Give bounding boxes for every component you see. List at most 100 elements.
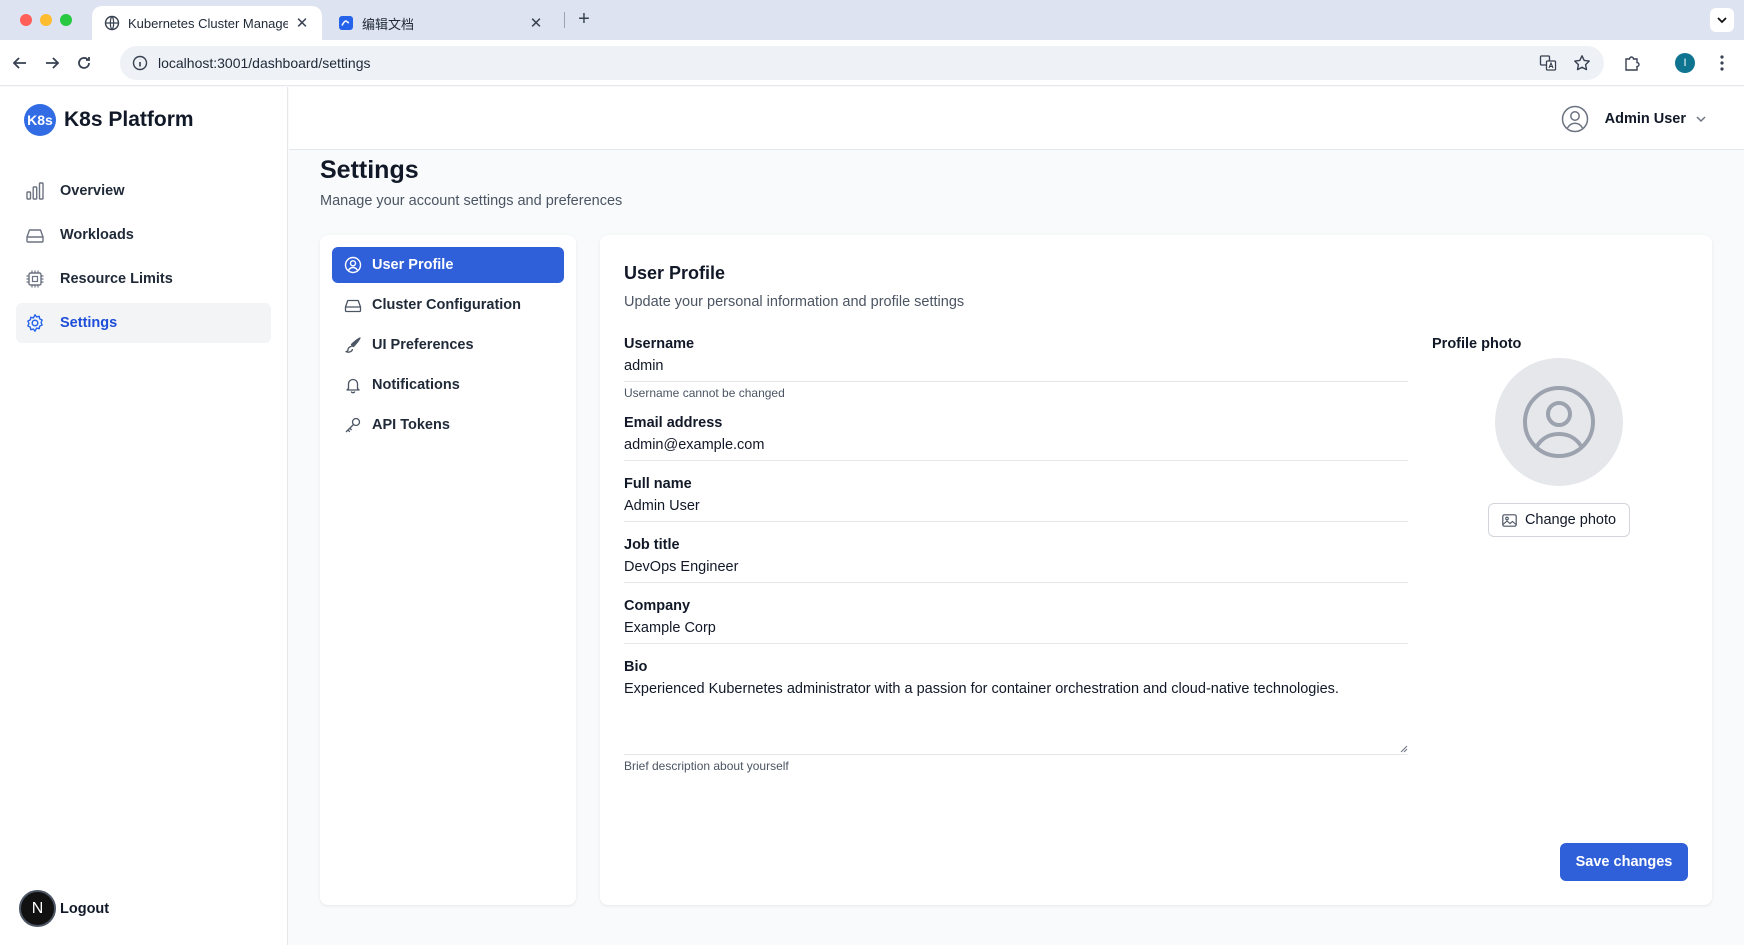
tab-title: 编辑文档 bbox=[362, 16, 415, 32]
kebab-menu-icon bbox=[1720, 55, 1724, 71]
address-bar[interactable]: localhost:3001/dashboard/settings bbox=[120, 46, 1604, 80]
settings-tab-label: User Profile bbox=[372, 257, 454, 273]
bio-help: Brief description about yourself bbox=[624, 759, 789, 773]
browser-tab-inactive[interactable]: 编辑文档 ✕ bbox=[326, 6, 556, 40]
key-icon bbox=[345, 417, 361, 433]
panel-title: User Profile bbox=[624, 263, 726, 283]
browser-profile-avatar[interactable]: I bbox=[1675, 53, 1695, 73]
browser-toolbar: localhost:3001/dashboard/settings bbox=[0, 40, 1744, 86]
full-name-label: Full name bbox=[624, 476, 692, 492]
bio-text: Experienced Kubernetes administrator wit… bbox=[624, 681, 1339, 697]
settings-tab-user-profile[interactable]: User Profile bbox=[332, 247, 564, 283]
panel-subtitle: Update your personal information and pro… bbox=[624, 294, 965, 310]
settings-tab-api-tokens[interactable]: API Tokens bbox=[332, 407, 564, 443]
settings-tab-ui-preferences[interactable]: UI Preferences bbox=[332, 327, 564, 363]
sidebar-item-overview[interactable]: Overview bbox=[16, 171, 271, 211]
user-name: Admin User bbox=[1604, 111, 1686, 127]
user-menu[interactable]: Admin User bbox=[1561, 105, 1708, 133]
reload-button[interactable] bbox=[72, 51, 96, 75]
user-initial-badge: N bbox=[19, 890, 56, 927]
email-label: Email address bbox=[624, 415, 723, 431]
forward-button[interactable] bbox=[40, 51, 64, 75]
bell-icon bbox=[346, 378, 360, 394]
reload-icon bbox=[78, 57, 90, 69]
job-title-field: Job title DevOps Engineer bbox=[624, 537, 1408, 583]
sidebar-item-label: Settings bbox=[60, 315, 118, 331]
logout-label: Logout bbox=[60, 900, 110, 917]
settings-tab-notifications[interactable]: Notifications bbox=[332, 367, 564, 403]
top-bar: Admin User bbox=[289, 87, 1744, 150]
full-name-field: Full name Admin User bbox=[624, 476, 1408, 522]
brand[interactable]: K8s K8s Platform bbox=[24, 104, 194, 136]
sidebar-item-resource-limits[interactable]: Resource Limits bbox=[16, 259, 271, 299]
doc-app-icon bbox=[339, 16, 353, 30]
bookmark-button[interactable] bbox=[1570, 51, 1594, 75]
user-profile-panel: User Profile Update your personal inform… bbox=[600, 235, 1712, 905]
email-input[interactable]: admin@example.com bbox=[624, 437, 1408, 461]
page-subtitle: Manage your account settings and prefere… bbox=[320, 193, 623, 209]
chevron-down-icon bbox=[1696, 116, 1706, 123]
user-circle-icon bbox=[1561, 105, 1588, 133]
save-changes-button[interactable]: Save changes bbox=[1560, 843, 1688, 881]
minimize-window-button[interactable] bbox=[40, 14, 52, 26]
company-input[interactable]: Example Corp bbox=[624, 620, 1408, 644]
user-circle-icon bbox=[344, 256, 362, 274]
sidebar-item-settings[interactable]: Settings bbox=[16, 303, 271, 343]
browser-tab-bar: Kubernetes Cluster Managem ✕ 编辑文档 ✕ + bbox=[0, 0, 1744, 40]
username-label: Username bbox=[624, 336, 695, 352]
site-info-icon[interactable] bbox=[132, 55, 148, 71]
job-title-input[interactable]: DevOps Engineer bbox=[624, 559, 1408, 583]
back-button[interactable] bbox=[8, 51, 32, 75]
brush-icon bbox=[345, 337, 361, 353]
logout-button[interactable]: N Logout bbox=[19, 890, 109, 927]
hard-drive-icon bbox=[344, 299, 362, 313]
arrow-left-icon bbox=[12, 57, 26, 69]
sidebar: K8s K8s Platform Overview Workloads Reso… bbox=[0, 87, 288, 945]
username-help: Username cannot be changed bbox=[624, 386, 785, 400]
star-icon bbox=[1574, 55, 1590, 71]
company-field: Company Example Corp bbox=[624, 598, 1408, 644]
bio-field: Bio Experienced Kubernetes administrator… bbox=[624, 659, 1408, 773]
url-text: localhost:3001/dashboard/settings bbox=[158, 55, 371, 71]
user-circle-icon bbox=[1523, 386, 1595, 458]
bio-label: Bio bbox=[624, 659, 648, 675]
close-window-button[interactable] bbox=[20, 14, 32, 26]
profile-photo-label: Profile photo bbox=[1432, 336, 1522, 352]
sidebar-item-label: Workloads bbox=[60, 227, 134, 243]
sidebar-nav: Overview Workloads Resource Limits Setti… bbox=[16, 171, 271, 347]
globe-icon bbox=[104, 15, 120, 31]
tab-search-button[interactable] bbox=[1710, 8, 1734, 32]
browser-menu-button[interactable] bbox=[1710, 51, 1734, 75]
browser-tab-active[interactable]: Kubernetes Cluster Managem ✕ bbox=[92, 6, 322, 40]
username-field: Username admin Username cannot be change… bbox=[624, 336, 1408, 400]
new-tab-button[interactable]: + bbox=[572, 8, 596, 32]
sidebar-item-workloads[interactable]: Workloads bbox=[16, 215, 271, 255]
sidebar-item-label: Overview bbox=[60, 183, 125, 199]
translate-icon bbox=[1539, 55, 1557, 71]
username-input: admin bbox=[624, 358, 1408, 382]
close-tab-icon[interactable]: ✕ bbox=[528, 14, 544, 32]
settings-nav: User Profile Cluster Configuration UI Pr… bbox=[320, 235, 576, 905]
arrow-right-icon bbox=[46, 57, 60, 69]
maximize-window-button[interactable] bbox=[60, 14, 72, 26]
settings-tab-label: Notifications bbox=[372, 377, 460, 393]
email-field: Email address admin@example.com bbox=[624, 415, 1408, 461]
close-tab-icon[interactable]: ✕ bbox=[294, 14, 310, 32]
profile-photo-placeholder bbox=[1495, 358, 1623, 486]
settings-tab-label: UI Preferences bbox=[372, 337, 474, 353]
full-name-input[interactable]: Admin User bbox=[624, 498, 1408, 522]
chevron-down-icon bbox=[1717, 17, 1727, 24]
translate-button[interactable] bbox=[1536, 51, 1560, 75]
settings-tab-label: Cluster Configuration bbox=[372, 297, 522, 313]
change-photo-button[interactable]: Change photo bbox=[1488, 503, 1630, 537]
cpu-icon bbox=[26, 270, 44, 288]
puzzle-icon bbox=[1625, 56, 1640, 71]
bio-textarea[interactable]: Experienced Kubernetes administrator wit… bbox=[624, 681, 1408, 755]
settings-tab-cluster-configuration[interactable]: Cluster Configuration bbox=[332, 287, 564, 323]
sidebar-item-label: Resource Limits bbox=[60, 271, 173, 287]
tab-separator bbox=[564, 12, 565, 28]
extensions-button[interactable] bbox=[1620, 51, 1644, 75]
resize-grip-icon[interactable] bbox=[1400, 745, 1408, 753]
gear-icon bbox=[27, 314, 43, 332]
hard-drive-icon bbox=[26, 229, 44, 243]
